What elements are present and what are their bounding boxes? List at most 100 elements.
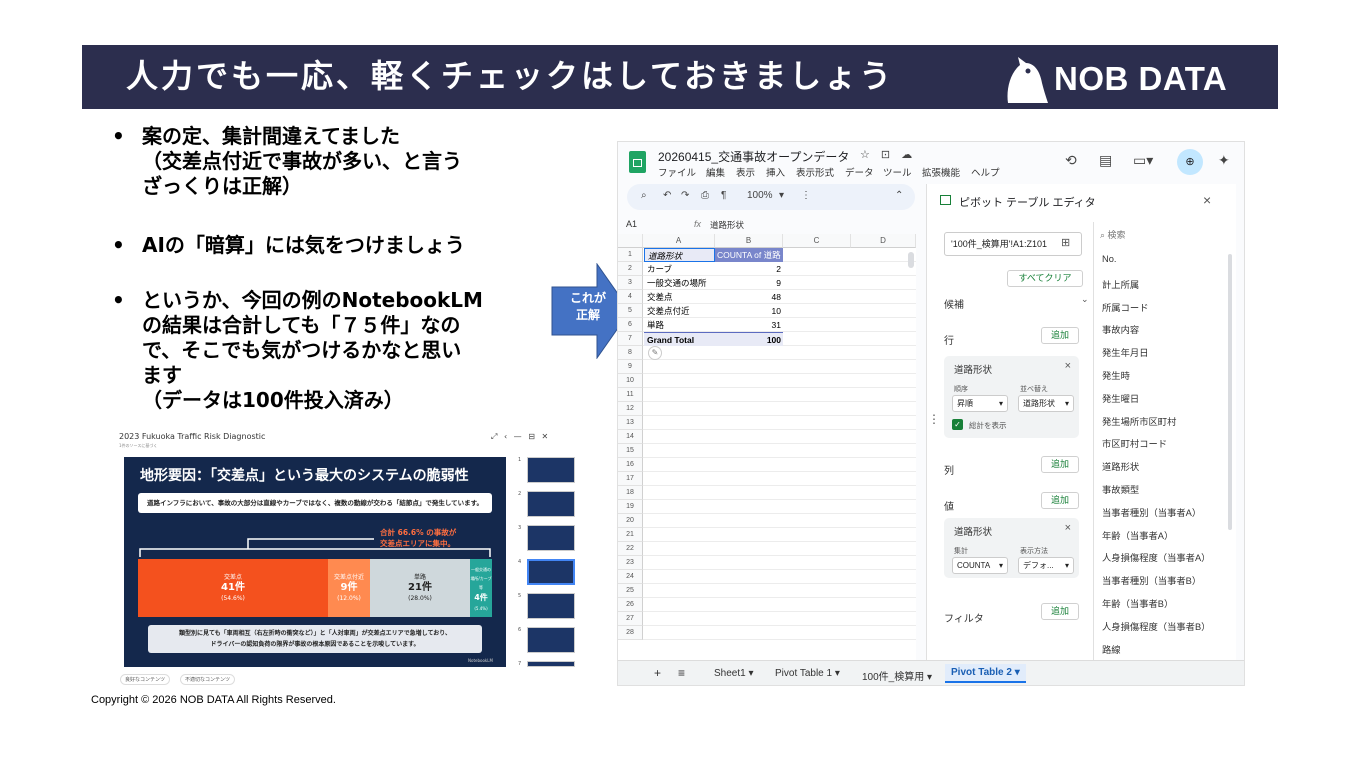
- clear-all-button[interactable]: すべてクリア: [1007, 270, 1083, 287]
- row-header[interactable]: 23: [618, 556, 643, 570]
- field-list-item[interactable]: 所属コード: [1102, 300, 1149, 314]
- slide-thumbnail[interactable]: [527, 491, 575, 517]
- display-select[interactable]: デフォ... ▾: [1018, 557, 1074, 574]
- summarize-select[interactable]: COUNTA ▾: [952, 557, 1008, 574]
- star-move-cloud-icons[interactable]: ☆ ⊡ ☁: [860, 148, 916, 161]
- add-sheet-button[interactable]: +: [654, 666, 661, 680]
- history-icon[interactable]: ⟲: [1065, 152, 1077, 169]
- doc-title[interactable]: 20260415_交通事故オープンデータ: [658, 148, 849, 165]
- grid-scrollbar[interactable]: [908, 252, 914, 268]
- search-icon[interactable]: ⌕: [641, 190, 647, 201]
- menu-format[interactable]: 表示形式: [796, 165, 834, 179]
- row-header[interactable]: 19: [618, 500, 643, 514]
- chevron-down-icon[interactable]: ⌄: [1081, 294, 1089, 305]
- field-list-item[interactable]: 事故内容: [1102, 322, 1139, 336]
- slide-thumbnail[interactable]: [527, 457, 575, 483]
- row-header[interactable]: 20: [618, 514, 643, 528]
- pivot-row-label[interactable]: 交差点付近: [644, 304, 714, 318]
- gemini-icon[interactable]: ✦: [1218, 152, 1230, 169]
- row-header[interactable]: 16: [618, 458, 643, 472]
- field-list-item[interactable]: 発生時: [1102, 368, 1130, 382]
- field-list-item[interactable]: 当事者種別（当事者A）: [1102, 505, 1201, 519]
- pivot-row-label[interactable]: カーブ: [644, 262, 714, 276]
- row-header[interactable]: 6: [618, 318, 643, 332]
- remove-field-icon[interactable]: ×: [1065, 522, 1071, 534]
- field-list-item[interactable]: 路線: [1102, 642, 1121, 656]
- tab-sheet1[interactable]: Sheet1 ▾: [714, 668, 754, 679]
- column-header[interactable]: C: [783, 234, 851, 248]
- menu-data[interactable]: データ: [845, 165, 874, 179]
- row-header[interactable]: 1: [618, 248, 643, 262]
- show-totals-checkbox[interactable]: ✓: [952, 419, 963, 430]
- menu-edit[interactable]: 編集: [706, 165, 725, 179]
- pivot-row-value[interactable]: 10: [715, 304, 781, 318]
- field-list-item[interactable]: 道路形状: [1102, 459, 1139, 473]
- pivot-row-label[interactable]: 交差点: [644, 290, 714, 304]
- field-list-item[interactable]: 当事者種別（当事者B）: [1102, 573, 1201, 587]
- suggestions-label[interactable]: 候補: [944, 296, 964, 311]
- menu-view[interactable]: 表示: [736, 165, 755, 179]
- row-header[interactable]: 13: [618, 416, 643, 430]
- sort-by-select[interactable]: 道路形状 ▾: [1018, 395, 1074, 412]
- tab-100-kenzan[interactable]: 100件_検算用 ▾: [862, 668, 932, 683]
- slide-thumbnail[interactable]: [527, 593, 575, 619]
- row-header[interactable]: 26: [618, 598, 643, 612]
- menu-extensions[interactable]: 拡張機能: [922, 165, 960, 179]
- row-header[interactable]: 25: [618, 584, 643, 598]
- menu-tools[interactable]: ツール: [883, 165, 912, 179]
- slide-thumbnail[interactable]: [527, 627, 575, 653]
- add-value-button[interactable]: 追加: [1041, 492, 1079, 509]
- field-list-item[interactable]: 人身損傷程度（当事者A）: [1102, 550, 1210, 564]
- pivot-header-value[interactable]: COUNTA of 道路: [715, 248, 783, 262]
- pivot-row-label[interactable]: 一般交通の場所: [644, 276, 714, 290]
- field-list-item[interactable]: 市区町村コード: [1102, 436, 1167, 450]
- paint-format-icon[interactable]: ¶: [721, 190, 726, 201]
- row-header[interactable]: 3: [618, 276, 643, 290]
- row-header[interactable]: 5: [618, 304, 643, 318]
- meet-icon[interactable]: ▭▾: [1133, 152, 1153, 169]
- corner-cell[interactable]: [618, 234, 643, 248]
- row-header[interactable]: 15: [618, 444, 643, 458]
- slide-thumbnail-selected[interactable]: [527, 559, 575, 585]
- field-list-scrollbar[interactable]: [1228, 254, 1232, 530]
- range-grid-icon[interactable]: ⊞: [1061, 236, 1070, 249]
- name-box[interactable]: A1: [626, 219, 637, 229]
- row-header[interactable]: 24: [618, 570, 643, 584]
- chevron-down-icon[interactable]: ▾: [779, 190, 784, 201]
- field-list-item[interactable]: 事故類型: [1102, 482, 1139, 496]
- row-header[interactable]: 22: [618, 542, 643, 556]
- all-sheets-button[interactable]: ≡: [678, 666, 685, 680]
- good-content-button[interactable]: 良好なコンテンツ: [120, 674, 171, 685]
- field-search-input[interactable]: ⌕ 検索: [1100, 228, 1126, 241]
- row-header[interactable]: 28: [618, 626, 643, 640]
- print-icon[interactable]: ⎙: [701, 190, 709, 201]
- grand-total-label[interactable]: Grand Total: [644, 332, 715, 346]
- undo-icon[interactable]: ↶: [663, 190, 671, 201]
- add-filter-button[interactable]: 追加: [1041, 603, 1079, 620]
- add-row-button[interactable]: 追加: [1041, 327, 1079, 344]
- pivot-header-label[interactable]: 道路形状: [644, 248, 715, 262]
- tab-pivot-table-2[interactable]: Pivot Table 2 ▾: [945, 664, 1026, 683]
- pivot-row-value[interactable]: 31: [715, 318, 781, 332]
- field-list-item[interactable]: 発生曜日: [1102, 391, 1139, 405]
- pivot-row-label[interactable]: 単路: [644, 318, 714, 332]
- grand-total-value[interactable]: 100: [715, 332, 783, 346]
- column-header[interactable]: B: [715, 234, 783, 248]
- field-list-item[interactable]: 年齢（当事者A）: [1102, 528, 1173, 542]
- column-header[interactable]: A: [643, 234, 715, 248]
- share-icon[interactable]: ⊕: [1177, 149, 1203, 175]
- row-header[interactable]: 12: [618, 402, 643, 416]
- column-header[interactable]: D: [851, 234, 916, 248]
- menu-insert[interactable]: 挿入: [766, 165, 785, 179]
- row-header[interactable]: 2: [618, 262, 643, 276]
- field-list-item[interactable]: 計上所属: [1102, 277, 1139, 291]
- row-header[interactable]: 17: [618, 472, 643, 486]
- comment-icon[interactable]: ▤: [1099, 152, 1112, 169]
- order-select[interactable]: 昇順 ▾: [952, 395, 1008, 412]
- zoom-select[interactable]: 100%: [747, 190, 773, 201]
- slide-thumbnail[interactable]: [527, 661, 575, 667]
- field-list-item[interactable]: 発生場所市区町村: [1102, 414, 1176, 428]
- field-list-item[interactable]: 発生年月日: [1102, 345, 1149, 359]
- formula-bar[interactable]: 道路形状: [710, 219, 744, 231]
- row-header[interactable]: 8: [618, 346, 643, 360]
